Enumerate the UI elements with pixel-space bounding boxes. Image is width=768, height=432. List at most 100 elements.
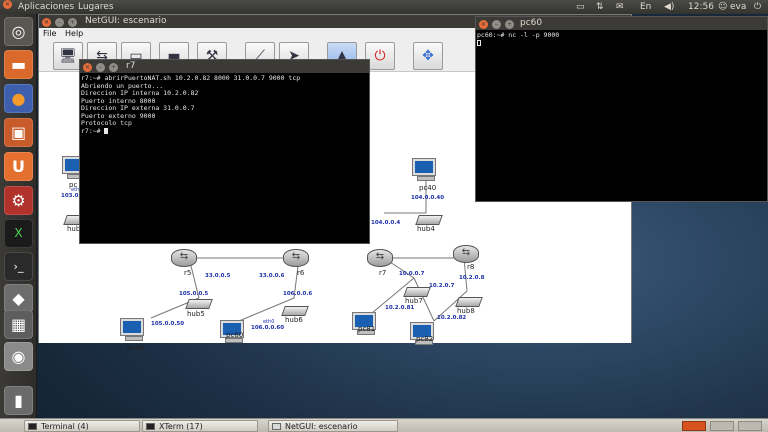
terminal-pc60-titlebar[interactable]: ✕ – + pc60 [476, 17, 767, 30]
hub7-icon[interactable] [403, 287, 431, 297]
r7-ip-b: 10.2.0.7 [429, 283, 455, 289]
pc50-icon[interactable] [121, 319, 147, 343]
pc40-icon[interactable] [413, 159, 439, 183]
netgui-minimize-button[interactable]: – [55, 17, 64, 27]
netgui-close-button[interactable]: ✕ [42, 17, 51, 27]
terminal-pc60-minimize-button[interactable]: – [492, 19, 501, 29]
help-menu[interactable]: Help [65, 28, 83, 40]
hub8-label: hub8 [457, 307, 475, 315]
pc50-ip: 105.0.0.50 [151, 321, 185, 327]
software-center-icon[interactable]: ▣ [4, 118, 33, 147]
network-icon[interactable]: ⇅ [596, 0, 604, 14]
terminal-prompt: r7:~# [81, 126, 105, 135]
terminal-icon[interactable]: ›_ [4, 252, 33, 281]
terminal-r7-maximize-button[interactable]: + [109, 62, 118, 72]
terminal-pc60-window[interactable]: ✕ – + pc60 pc60:~# nc -l -p 9000 [475, 16, 768, 202]
taskbar-item-label: XTerm (17) [159, 422, 203, 431]
terminal-icon [28, 423, 37, 430]
netgui-title: NetGUI: escenario [85, 16, 167, 26]
pc81-label: pc81 [358, 325, 376, 333]
close-window-button[interactable]: ✕ [3, 0, 12, 9]
r6-router-icon[interactable] [283, 249, 309, 267]
xterm-icon[interactable]: X [4, 219, 33, 248]
r8-router-icon[interactable] [453, 245, 479, 263]
inkscape-icon[interactable]: ◆ [4, 284, 33, 313]
terminal-pc60-maximize-button[interactable]: + [505, 19, 514, 29]
terminal-r7-close-button[interactable]: ✕ [83, 62, 92, 72]
terminal-pc60-close-button[interactable]: ✕ [479, 19, 488, 29]
taskbar: Terminal (4) XTerm (17) NetGUI: escenari… [0, 418, 768, 432]
dvd-icon[interactable]: ◉ [4, 342, 33, 371]
settings-icon[interactable]: ⚙ [4, 186, 33, 215]
terminal-line: Protocolo tcp [81, 119, 132, 127]
terminal-cursor [477, 39, 481, 46]
hub5-label: hub5 [187, 310, 205, 318]
taskbar-item-label: Terminal (4) [41, 422, 89, 431]
files-icon[interactable]: ▬ [4, 50, 33, 79]
hub8-icon[interactable] [455, 297, 483, 307]
power-icon[interactable]: ⏻ [754, 0, 761, 14]
hub5-icon[interactable] [185, 299, 213, 309]
terminal-pc60-output[interactable]: pc60:~# nc -l -p 9000 [476, 30, 767, 201]
workspace-switcher[interactable] [738, 421, 762, 431]
terminal-r7-title: r7 [126, 61, 136, 71]
pc82-label: pc82 [416, 335, 434, 343]
apps-menu[interactable]: Aplicaciones [18, 0, 74, 14]
terminal-r7-titlebar[interactable]: ✕ – + r7 [80, 60, 369, 73]
pc40-label: pc40 [419, 184, 437, 192]
terminal-cursor [104, 127, 109, 134]
taskbar-item-xterm[interactable]: XTerm (17) [142, 420, 258, 432]
top-panel: ✕ Aplicaciones Lugares ▭ ⇅ ✉ En ◀) 12:56… [0, 0, 768, 14]
workspace-switcher-active[interactable] [682, 421, 706, 431]
r5-ip-b: 105.0.0.5 [179, 291, 209, 297]
mail-icon[interactable]: ✉ [616, 0, 624, 14]
r8-label: r8 [467, 263, 475, 271]
taskbar-item-terminal[interactable]: Terminal (4) [24, 420, 140, 432]
r6-ip-b: 106.0.0.6 [283, 291, 313, 297]
dash-icon[interactable]: ◎ [4, 17, 33, 46]
pc81-ip: 10.2.0.81 [385, 305, 415, 311]
pc82-ip: 10.2.0.82 [437, 315, 467, 321]
file-menu[interactable]: File [43, 28, 56, 40]
r5-ip-a: 33.0.0.5 [205, 273, 231, 279]
keyboard-icon[interactable]: En [640, 0, 651, 14]
netgui-maximize-button[interactable]: + [68, 17, 77, 27]
terminal-pc60-title: pc60 [520, 18, 543, 28]
battery-icon[interactable]: ▭ [576, 0, 585, 14]
launcher: ◎ ▬ ● ▣ U ⚙ X ›_ ◆ ▦ ◉ ▮ [0, 14, 37, 418]
hub6-icon[interactable] [281, 306, 309, 316]
volume-icon[interactable]: ◀) [664, 0, 674, 14]
move-button[interactable]: ✥ [413, 42, 443, 70]
pc40-ip: 104.0.0.40 [411, 195, 445, 201]
r7-ip-a: 10.0.0.7 [399, 271, 425, 277]
places-menu[interactable]: Lugares [78, 0, 114, 14]
r5-router-icon[interactable] [171, 249, 197, 267]
netgui-icon [272, 423, 281, 430]
terminal-line: pc60:~# nc -l -p 9000 [477, 31, 560, 39]
clock[interactable]: 12:56 [688, 0, 714, 14]
workspaces-icon[interactable]: ▦ [4, 310, 33, 339]
r6-ip-a: 33.0.0.6 [259, 273, 285, 279]
hub4-icon[interactable] [415, 215, 443, 225]
taskbar-item-label: NetGUI: escenario [285, 422, 358, 431]
pc60-ip: 106.0.0.60 [251, 325, 285, 331]
r5-label: r5 [184, 269, 192, 277]
firefox-icon[interactable]: ● [4, 84, 33, 113]
r8-ip-a: 10.2.0.8 [459, 275, 485, 281]
pc50-label: pc50 [127, 344, 145, 352]
user-icon[interactable]: ☺ [718, 0, 727, 14]
terminal-r7-minimize-button[interactable]: – [96, 62, 105, 72]
workspace-switcher[interactable] [710, 421, 734, 431]
xterm-icon [146, 423, 155, 430]
terminal-r7-output[interactable]: r7:~# abrirPuertoNAT.sh 10.2.0.82 8000 3… [80, 73, 369, 243]
terminal-r7-window[interactable]: ✕ – + r7 r7:~# abrirPuertoNAT.sh 10.2.0.… [79, 59, 370, 244]
taskbar-item-netgui[interactable]: NetGUI: escenario [268, 420, 398, 432]
ubuntu-one-icon[interactable]: U [4, 152, 33, 181]
hub4-label: hub4 [417, 225, 435, 233]
pc60-label: pc60 [226, 331, 244, 339]
hub6-label: hub6 [285, 316, 303, 324]
user-name[interactable]: eva [730, 0, 746, 14]
trash-icon[interactable]: ▮ [4, 386, 33, 415]
r7-router-icon[interactable] [367, 249, 393, 267]
r7-label: r7 [379, 269, 387, 277]
